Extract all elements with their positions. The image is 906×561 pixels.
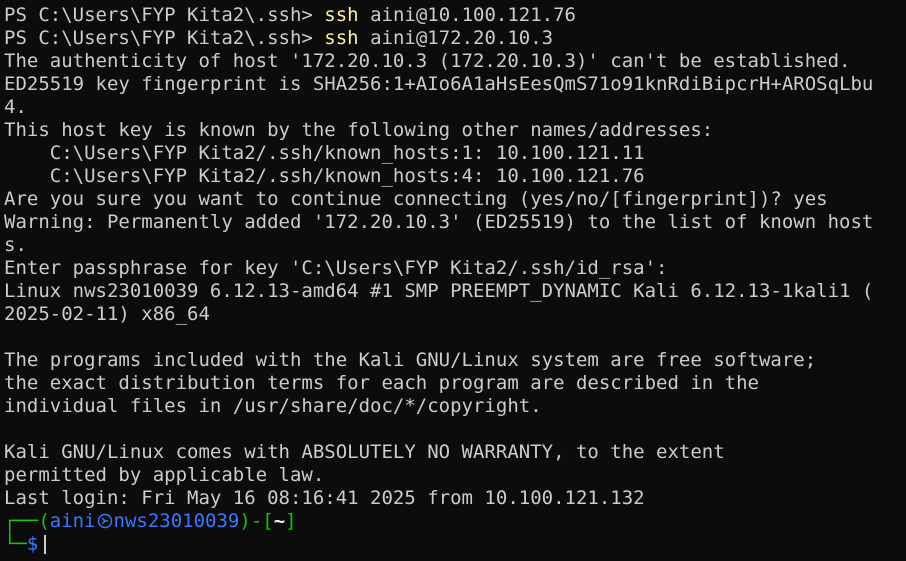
- prompt-frame-top: ┌──(: [4, 510, 50, 532]
- command-name: ssh: [324, 27, 359, 49]
- terminal-output-line: The authenticity of host '172.20.10.3 (1…: [4, 50, 851, 72]
- powershell-prompt: PS C:\Users\FYP Kita2\.ssh>: [4, 4, 325, 26]
- kali-prompt-top: ┌──(aini nws23010039)-[~]: [4, 510, 906, 533]
- terminal-output-line: the exact distribution terms for each pr…: [4, 372, 759, 394]
- command-args: aini@172.20.10.3: [358, 27, 554, 49]
- terminal-output-line: Are you sure you want to continue connec…: [4, 188, 828, 210]
- terminal-window[interactable]: PS C:\Users\FYP Kita2\.ssh> ssh aini@10.…: [0, 0, 906, 561]
- prompt-path: ~: [273, 510, 286, 532]
- prompt-frame-bottom: └─: [4, 533, 27, 555]
- terminal-line-command-2: PS C:\Users\FYP Kita2\.ssh> ssh aini@172…: [4, 27, 906, 50]
- terminal-output-line: This host key is known by the following …: [4, 119, 714, 141]
- prompt-user: aini: [49, 510, 96, 532]
- command-name: ssh: [324, 4, 359, 26]
- prompt-symbol: $: [26, 533, 39, 555]
- terminal-output-line: Enter passphrase for key 'C:\Users\FYP K…: [4, 257, 668, 279]
- prompt-host: nws23010039: [113, 510, 240, 532]
- terminal-output-line: 4.: [4, 96, 27, 118]
- kali-prompt-bottom[interactable]: └─$: [4, 533, 906, 556]
- terminal-output-line: ED25519 key fingerprint is SHA256:1+AIo6…: [4, 73, 874, 95]
- terminal-output-line: s.: [4, 234, 27, 256]
- terminal-output-line: 2025-02-11) x86_64: [4, 303, 210, 325]
- terminal-output-line: permitted by applicable law.: [4, 464, 325, 486]
- terminal-output-line: Last login: Fri May 16 08:16:41 2025 fro…: [4, 487, 645, 509]
- command-args: aini@10.100.121.76: [358, 4, 576, 26]
- terminal-line-command-1: PS C:\Users\FYP Kita2\.ssh> ssh aini@10.…: [4, 4, 906, 27]
- prompt-frame-mid: )-[: [239, 510, 274, 532]
- kali-skull-icon: [97, 513, 112, 529]
- text-cursor[interactable]: [44, 535, 47, 554]
- terminal-output-line: Kali GNU/Linux comes with ABSOLUTELY NO …: [4, 441, 725, 463]
- terminal-output-line: individual files in /usr/share/doc/*/cop…: [4, 395, 542, 417]
- terminal-output-line: C:\Users\FYP Kita2/.ssh/known_hosts:1: 1…: [4, 142, 645, 164]
- prompt-frame-end: ]: [285, 510, 297, 532]
- powershell-prompt: PS C:\Users\FYP Kita2\.ssh>: [4, 27, 325, 49]
- terminal-output-line: The programs included with the Kali GNU/…: [4, 349, 817, 371]
- terminal-output-line: Warning: Permanently added '172.20.10.3'…: [4, 211, 874, 233]
- terminal-output-line: C:\Users\FYP Kita2/.ssh/known_hosts:4: 1…: [4, 165, 645, 187]
- terminal-output-line: Linux nws23010039 6.12.13-amd64 #1 SMP P…: [4, 280, 874, 302]
